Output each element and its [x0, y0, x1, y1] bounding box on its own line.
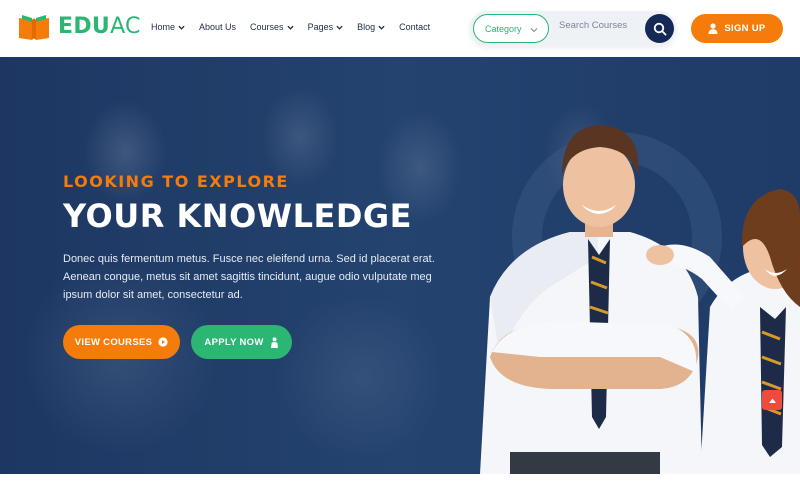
brand-name: EDUAC	[58, 16, 141, 38]
play-circle-icon	[158, 337, 168, 347]
nav-item-about[interactable]: About Us	[199, 22, 236, 32]
nav-item-contact[interactable]: Contact	[399, 22, 430, 32]
chevron-down-icon	[286, 25, 294, 30]
nav-item-home[interactable]: Home	[151, 22, 185, 32]
nav-item-blog[interactable]: Blog	[357, 22, 385, 32]
sign-up-button[interactable]: SIGN UP	[691, 14, 783, 43]
graduate-icon	[270, 336, 278, 348]
chevron-down-icon	[178, 25, 185, 30]
nav-item-courses[interactable]: Courses	[250, 22, 294, 32]
hero-section: LOOKING TO EXPLORE YOUR KNOWLEDGE Donec …	[0, 57, 800, 474]
view-courses-button[interactable]: VIEW COURSES	[63, 325, 180, 359]
brand-name-part1: EDU	[58, 14, 111, 39]
search-input[interactable]	[559, 20, 639, 31]
chevron-down-icon	[530, 28, 538, 33]
logo[interactable]: EDUAC	[17, 13, 141, 41]
nav-item-label: Home	[151, 22, 176, 32]
search-icon	[653, 22, 666, 35]
hero-kicker: LOOKING TO EXPLORE	[63, 172, 289, 191]
nav-item-label: Blog	[357, 22, 376, 32]
course-search-bar: Category	[470, 11, 676, 46]
apply-now-button[interactable]: APPLY NOW	[191, 325, 292, 359]
category-select[interactable]: Category	[473, 14, 549, 43]
nav-item-label: Contact	[399, 22, 431, 32]
chevron-down-icon	[378, 25, 385, 30]
hero-headline: YOUR KNOWLEDGE	[63, 197, 413, 235]
students-photo	[480, 125, 800, 474]
nav-item-label: About Us	[199, 22, 237, 32]
arrow-up-icon	[768, 398, 776, 403]
nav-item-pages[interactable]: Pages	[308, 22, 344, 32]
nav-item-label: Pages	[307, 22, 334, 32]
user-icon	[708, 23, 718, 34]
view-courses-label: VIEW COURSES	[74, 336, 153, 348]
below-hero-area	[0, 474, 800, 500]
site-header: EDUAC Home About Us Courses Pages Blog C…	[0, 0, 800, 57]
search-button[interactable]	[645, 14, 674, 43]
book-logo-icon	[19, 15, 49, 40]
scroll-to-top-button[interactable]	[762, 390, 782, 410]
apply-now-label: APPLY NOW	[204, 336, 264, 348]
main-nav: Home About Us Courses Pages Blog Contact	[151, 22, 444, 32]
brand-name-part2: AC	[110, 14, 141, 39]
category-select-label: Category	[485, 23, 522, 34]
nav-item-label: Courses	[250, 22, 284, 32]
hero-description: Donec quis fermentum metus. Fusce nec el…	[63, 253, 435, 301]
chevron-down-icon	[336, 25, 343, 30]
sign-up-label: SIGN UP	[724, 23, 766, 34]
student-boy	[480, 125, 702, 474]
page: EDUAC Home About Us Courses Pages Blog C…	[0, 0, 800, 500]
